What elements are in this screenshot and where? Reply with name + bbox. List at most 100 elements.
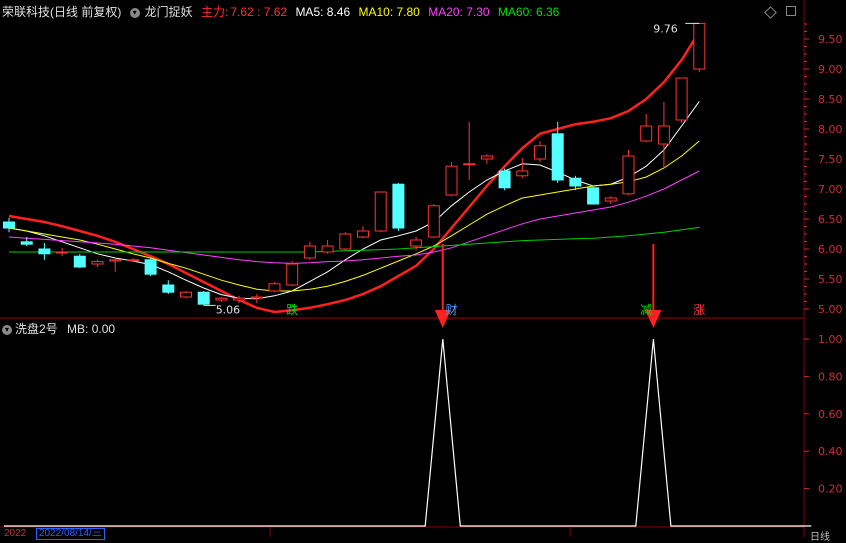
candle-body: [693, 22, 706, 70]
candle: [197, 291, 210, 306]
candle-body: [445, 165, 458, 196]
candle: [675, 77, 688, 123]
y-tick-label: 6.50: [818, 213, 843, 226]
candle: [321, 240, 334, 254]
period-label[interactable]: 日线: [810, 528, 830, 543]
sub-y-tick-label: 0.20: [818, 483, 843, 496]
candle-body: [109, 259, 122, 262]
candle: [640, 114, 653, 143]
candle: [480, 154, 493, 164]
ma10-label: MA10: 7.80: [358, 5, 420, 19]
candle: [162, 280, 175, 294]
ma60-label: MA60: 6.36: [497, 5, 560, 19]
sub-header: ▾ 洗盘2号 MB: 0.00: [2, 320, 115, 337]
y-tick-label: 5.00: [818, 303, 843, 316]
candle: [73, 253, 86, 269]
candle: [286, 261, 299, 287]
candle: [374, 191, 387, 233]
candle: [587, 185, 600, 205]
selected-date[interactable]: 2022/08/14/三: [36, 528, 105, 540]
candle: [339, 232, 352, 251]
y-tick-label: 8.00: [818, 123, 843, 136]
sub-y-tick-label: 0.80: [818, 370, 843, 383]
y-tick-label: 7.00: [818, 183, 843, 196]
signal-label: 涨: [693, 302, 705, 317]
candle: [392, 183, 405, 231]
y-tick-label: 9.50: [818, 33, 843, 46]
candle-body: [374, 191, 387, 232]
moving-average-layer: [8, 31, 701, 314]
date-stub: 2022: [4, 528, 27, 539]
main-force-value: 7.62 : 7.62: [230, 5, 288, 19]
candle-body: [197, 291, 210, 305]
sub-y-tick-label: 0.40: [818, 445, 843, 458]
candle-body: [622, 155, 635, 195]
sub-indicator-layer: [4, 244, 812, 527]
series-line-主力: [8, 31, 701, 314]
candle-body: [498, 170, 511, 189]
candle-body: [126, 259, 139, 262]
candle-body: [392, 183, 405, 229]
y-tick-label: 6.00: [818, 243, 843, 256]
sub-indicator-dropdown-icon[interactable]: ▾: [2, 324, 12, 335]
y-tick-label: 9.00: [818, 63, 843, 76]
candle: [516, 157, 529, 179]
candle-body: [162, 284, 175, 293]
candle-body: [3, 221, 15, 229]
candle: [91, 259, 104, 267]
mb-line: [4, 338, 812, 527]
indicator-name[interactable]: 龙门捉妖: [145, 5, 193, 19]
series-line-MA20: [8, 170, 700, 264]
sub-indicator-name[interactable]: 洗盘2号: [15, 322, 58, 336]
candle-body: [604, 197, 617, 202]
main-header: 荣联科技(日线 前复权) ▾ 龙门捉妖 主力: 7.62 : 7.62 MA5: 8…: [2, 3, 564, 21]
candle-body: [233, 297, 246, 301]
candle: [498, 168, 511, 191]
candle: [3, 217, 15, 233]
stock-title[interactable]: 荣联科技(日线 前复权): [2, 5, 121, 19]
candle-body: [587, 187, 600, 205]
candle: [445, 162, 458, 197]
candle-body: [20, 241, 33, 245]
candle-body: [675, 77, 688, 121]
maximize-icon[interactable]: [786, 6, 796, 16]
candle-body: [73, 255, 86, 268]
sub-y-tick-label: 1.00: [818, 333, 843, 346]
candle-body: [640, 125, 653, 142]
main-force-label: 主力:: [201, 5, 229, 19]
candle: [427, 204, 440, 239]
candle-body: [657, 125, 670, 145]
candle-body: [480, 155, 493, 160]
chart-canvas[interactable]: 9.76 5.06 跌 财 减 涨 5.00 5.50 6.00 6.50 7.00 7.50 8.0…: [0, 0, 846, 537]
candle-body: [410, 239, 423, 247]
y-tick-label: 7.50: [818, 153, 843, 166]
candle: [215, 297, 228, 302]
candle: [268, 282, 281, 293]
candle: [109, 258, 122, 272]
y-axis-layer: 5.00 5.50 6.00 6.50 7.00 7.50 8.00 8.50 9.00 9.50…: [804, 23, 843, 496]
candle: [657, 102, 670, 168]
y-tick-label: 5.50: [818, 273, 843, 286]
candle: [250, 294, 263, 303]
ma20-label: MA20: 7.30: [428, 5, 490, 19]
candle-body: [321, 245, 334, 253]
candle-body: [569, 177, 582, 187]
indicator-dropdown-icon[interactable]: ▾: [129, 7, 140, 18]
candle-body: [427, 205, 440, 238]
candle-body: [534, 145, 546, 160]
candlestick-layer: [3, 22, 706, 306]
candle: [126, 258, 139, 262]
candle-body: [250, 296, 263, 299]
candle-body: [463, 163, 476, 166]
candle-body: [551, 133, 564, 181]
candle: [56, 247, 69, 257]
candle-body: [56, 251, 69, 254]
candle-body: [303, 245, 316, 259]
candle-body: [268, 283, 281, 292]
candle: [144, 257, 157, 276]
candle: [357, 226, 369, 239]
candle: [604, 196, 617, 204]
series-line-MA10: [8, 140, 700, 292]
candle: [534, 141, 546, 162]
candle: [622, 150, 635, 195]
